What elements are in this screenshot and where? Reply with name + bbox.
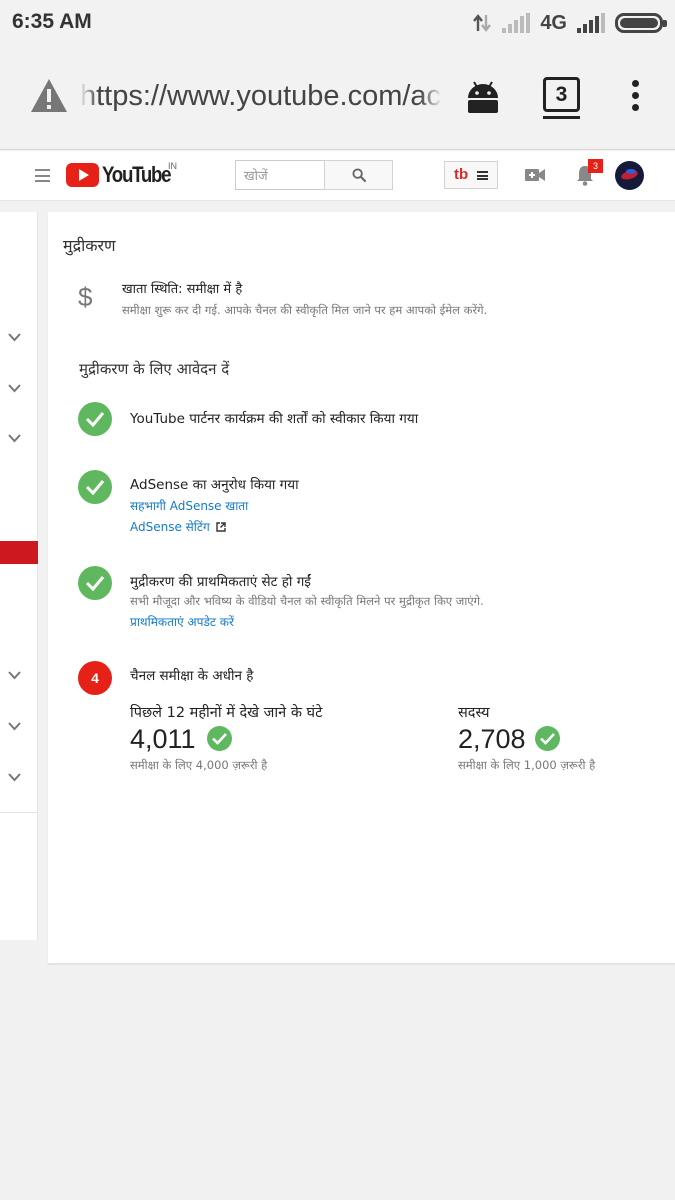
status-icons: 4G bbox=[472, 10, 667, 36]
battery-icon bbox=[615, 13, 667, 33]
step-3-title: मुद्रीकरण की प्राथमिकताएं सेट हो गईं bbox=[130, 574, 311, 590]
subscribers-requirement: समीक्षा के लिए 1,000 ज़रूरी है bbox=[458, 758, 596, 772]
step-2-title: AdSense का अनुरोध किया गया bbox=[130, 477, 299, 493]
adsense-account-link[interactable]: सहभागी AdSense खाता bbox=[130, 497, 248, 514]
watch-hours-check-icon bbox=[207, 726, 232, 751]
tubebuddy-button[interactable]: tb bbox=[444, 161, 498, 189]
country-code: IN bbox=[168, 161, 177, 171]
chevron-down-icon[interactable] bbox=[8, 773, 21, 782]
update-preferences-link[interactable]: प्राथमिकताएं अपडेट करें bbox=[130, 613, 234, 630]
adsense-settings-label: AdSense सेटिंग bbox=[130, 520, 210, 534]
network-type: 4G bbox=[540, 11, 567, 34]
external-link-icon bbox=[215, 522, 226, 532]
watch-hours-value: 4,011 bbox=[130, 724, 196, 754]
chevron-down-icon[interactable] bbox=[8, 384, 21, 393]
tubebuddy-icon: tb bbox=[454, 166, 469, 183]
youtube-wordmark: YouTube bbox=[102, 162, 172, 187]
signal-strength-icon bbox=[577, 13, 605, 33]
youtube-logo[interactable]: YouTube bbox=[66, 162, 182, 188]
chevron-down-icon[interactable] bbox=[8, 671, 21, 680]
subscribers-value: 2,708 bbox=[458, 724, 526, 754]
tubebuddy-menu-icon bbox=[477, 171, 488, 180]
sidebar-active-item[interactable] bbox=[0, 541, 38, 564]
android-icon[interactable] bbox=[465, 78, 501, 114]
subscribers-label: सदस्य bbox=[458, 705, 490, 721]
account-status-title: खाता स्थिति: समीक्षा में है bbox=[122, 282, 243, 297]
warning-icon[interactable] bbox=[30, 78, 68, 114]
guide-menu-icon[interactable] bbox=[35, 169, 50, 182]
chevron-down-icon[interactable] bbox=[8, 434, 21, 443]
step-4-title: चैनल समीक्षा के अधीन है bbox=[130, 668, 254, 684]
sidebar-divider bbox=[0, 812, 38, 813]
subscribers-check-icon bbox=[535, 726, 560, 751]
monetization-card: मुद्रीकरण $ खाता स्थिति: समीक्षा में है … bbox=[48, 212, 675, 964]
watch-hours-label: पिछले 12 महीनों में देखे जाने के घंटे bbox=[130, 705, 323, 721]
chevron-down-icon[interactable] bbox=[8, 333, 21, 342]
youtube-play-icon bbox=[66, 163, 99, 187]
account-status-description: समीक्षा शुरू कर दी गई. आपके चैनल की स्वी… bbox=[122, 303, 488, 317]
youtube-header: YouTube IN खोजें tb 3 bbox=[0, 151, 675, 201]
search-icon bbox=[352, 168, 367, 183]
adsense-settings-link[interactable]: AdSense सेटिंग bbox=[130, 518, 226, 535]
status-bar: 6:35 AM 4G bbox=[0, 0, 675, 46]
dollar-icon: $ bbox=[78, 282, 93, 312]
step-3-description: सभी मौजूदा और भविष्य के वीडियो चैनल को स… bbox=[130, 594, 484, 608]
status-time: 6:35 AM bbox=[12, 10, 92, 33]
search-button[interactable] bbox=[324, 160, 393, 190]
creator-studio-sidebar bbox=[0, 212, 38, 940]
step-4-number-badge: 4 bbox=[78, 661, 112, 695]
step-1-title: YouTube पार्टनर कार्यक्रम की शर्तों को स… bbox=[130, 411, 419, 427]
avatar[interactable] bbox=[615, 161, 644, 190]
step-complete-check-icon bbox=[78, 470, 112, 504]
browser-menu-icon[interactable] bbox=[628, 80, 642, 114]
watch-hours-requirement: समीक्षा के लिए 4,000 ज़रूरी है bbox=[130, 758, 268, 772]
chevron-down-icon[interactable] bbox=[8, 722, 21, 731]
data-transfer-icon bbox=[473, 14, 492, 32]
upload-video-icon[interactable] bbox=[525, 167, 545, 183]
page-title: मुद्रीकरण bbox=[63, 236, 116, 255]
browser-toolbar: https://www.youtube.com/account_monetiza… bbox=[0, 46, 675, 150]
search-input[interactable]: खोजें bbox=[235, 160, 325, 190]
step-complete-check-icon bbox=[78, 402, 112, 436]
notification-count-badge: 3 bbox=[588, 159, 603, 173]
address-bar[interactable]: https://www.youtube.com/account_monetiza… bbox=[80, 80, 440, 120]
signal-strength-icon bbox=[502, 13, 531, 33]
tab-switcher-button[interactable]: 3 bbox=[543, 77, 580, 112]
step-complete-check-icon bbox=[78, 566, 112, 600]
tab-switcher-underline bbox=[543, 116, 580, 119]
apply-section-title: मुद्रीकरण के लिए आवेदन दें bbox=[79, 360, 230, 378]
url-fade-left bbox=[80, 76, 98, 120]
url-fade-right bbox=[420, 76, 442, 120]
